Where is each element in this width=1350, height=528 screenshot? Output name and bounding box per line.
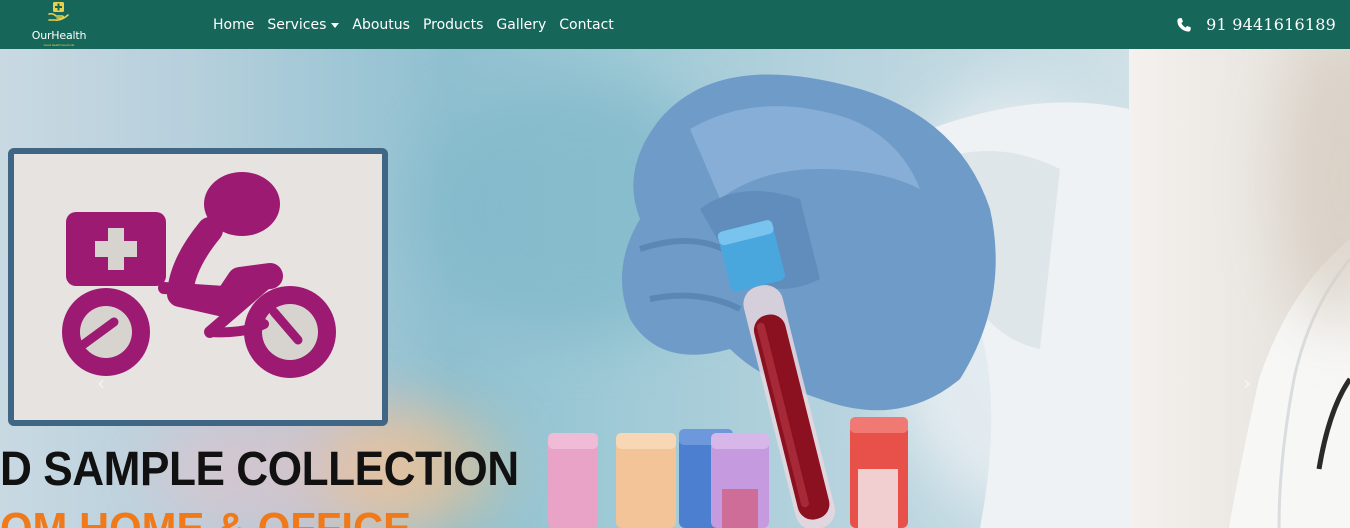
main-nav: Home Services Aboutus Products Gallery C…: [213, 0, 627, 49]
sample-tubes: [548, 417, 908, 528]
phone-contact[interactable]: 91 9441616189: [1176, 0, 1336, 49]
hand-with-medical-cross-icon: [48, 2, 69, 21]
home-collection-logo-card: [8, 148, 388, 426]
delivery-bike-medical-icon: [62, 172, 336, 378]
brand-tagline: Good Health Good Life: [43, 43, 75, 47]
slide-subheadline: OM HOME & OFFICE: [0, 504, 411, 528]
carousel-slide-active: D SAMPLE COLLECTION OM HOME & OFFICE: [0, 49, 1129, 528]
nav-contact[interactable]: Contact: [559, 17, 613, 33]
brand-logo-link[interactable]: OurHealth Good Health Good Life: [26, 0, 92, 49]
hero-carousel: D SAMPLE COLLECTION OM HOME & OFFICE ‹ ›: [0, 49, 1350, 528]
slide-headline: D SAMPLE COLLECTION: [0, 443, 519, 496]
carousel-slide-next-preview: [1129, 49, 1350, 528]
nav-services-dropdown[interactable]: Services: [267, 16, 340, 33]
carousel-next-button[interactable]: ›: [1232, 363, 1262, 403]
nav-gallery[interactable]: Gallery: [496, 17, 546, 33]
carousel-prev-button[interactable]: ‹: [86, 363, 116, 403]
phone-icon: [1177, 17, 1191, 32]
nav-home[interactable]: Home: [213, 17, 254, 33]
nav-aboutus[interactable]: Aboutus: [352, 17, 410, 33]
chevron-right-icon: ›: [1243, 371, 1251, 395]
phone-number: 91 9441616189: [1206, 15, 1336, 34]
nav-services-label: Services: [267, 16, 327, 33]
top-navbar: OurHealth Good Health Good Life Home Ser…: [0, 0, 1350, 49]
nav-products[interactable]: Products: [423, 17, 483, 33]
brand-name: OurHealth: [31, 29, 87, 42]
chevron-left-icon: ‹: [97, 371, 105, 395]
caret-down-icon: [331, 22, 340, 28]
